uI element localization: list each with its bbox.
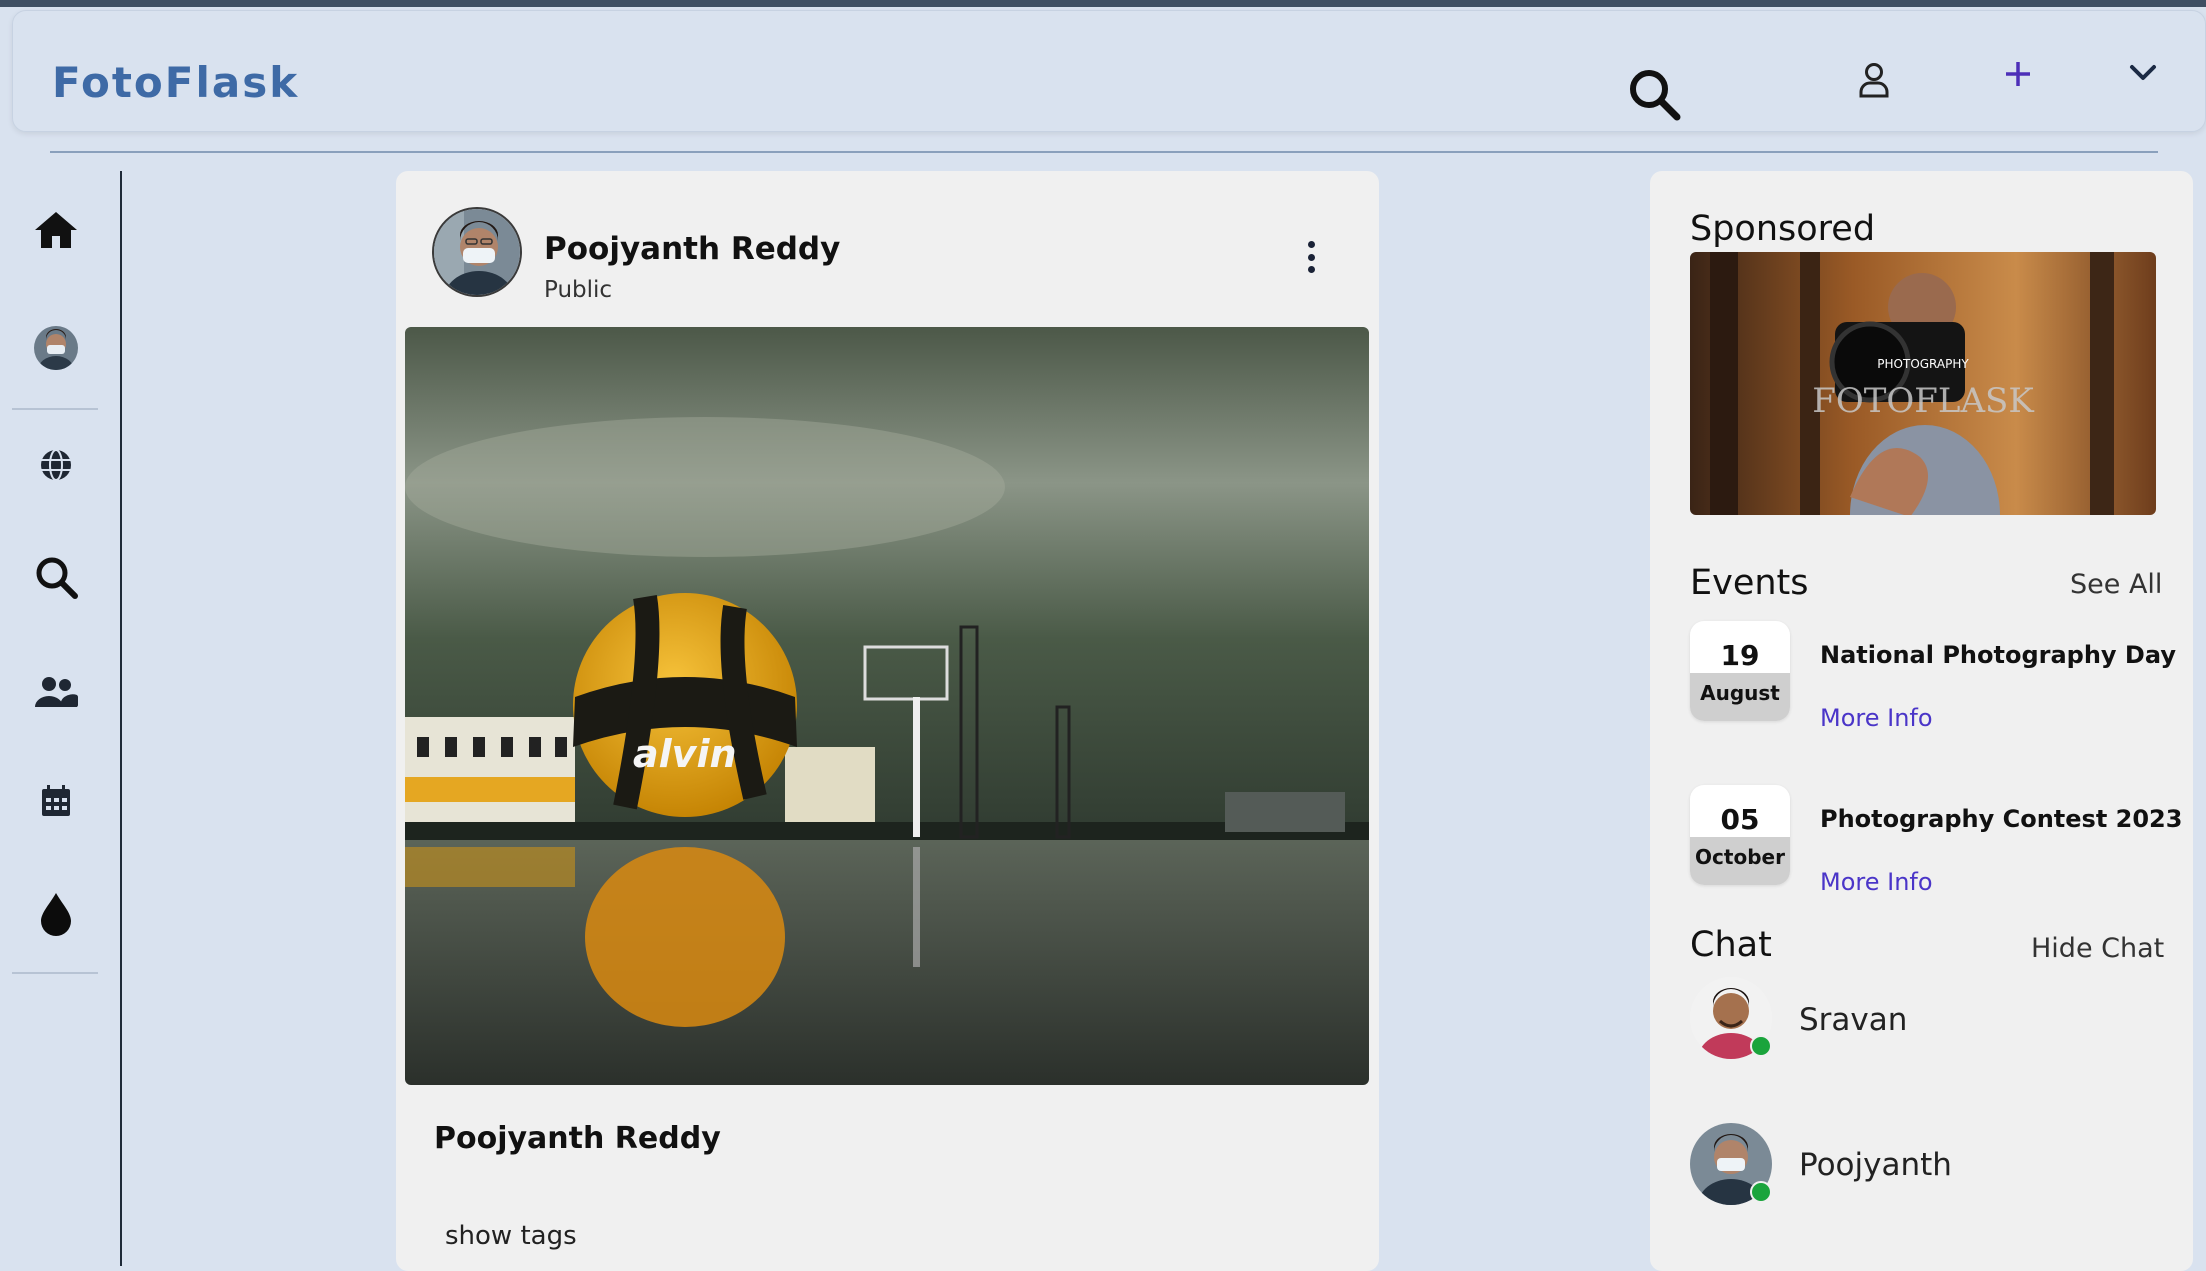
sponsored-title: Sponsored [1690, 209, 1876, 249]
search-icon[interactable] [28, 549, 84, 605]
event-month: August [1690, 673, 1790, 721]
event-day: 05 [1720, 803, 1760, 836]
user-icon[interactable] [1854, 60, 1894, 100]
right-panel: Sponsored PHOTOGRAPHY FOTOFLASK Events S… [1650, 171, 2193, 1271]
calendar-icon[interactable] [28, 773, 84, 829]
globe-icon[interactable] [28, 437, 84, 493]
plus-icon[interactable] [2000, 56, 2036, 92]
home-icon[interactable] [28, 202, 84, 258]
svg-text:FOTOFLASK: FOTOFLASK [1812, 381, 2034, 421]
show-tags-button[interactable]: show tags [445, 1221, 577, 1251]
chat-avatar[interactable] [1690, 977, 1772, 1059]
people-icon[interactable] [28, 664, 84, 720]
online-status-dot [1750, 1035, 1772, 1057]
drop-icon[interactable] [28, 886, 84, 942]
hide-chat-button[interactable]: Hide Chat [2031, 933, 2164, 964]
sponsored-ad-image[interactable]: PHOTOGRAPHY FOTOFLASK [1690, 252, 2156, 515]
svg-text:alvin: alvin [633, 732, 737, 776]
event-name[interactable]: Photography Contest 2023 [1820, 805, 2182, 833]
app-logo[interactable]: FotoFlask [52, 58, 299, 107]
see-all-link[interactable]: See All [2070, 569, 2162, 600]
post-card: Poojyanth Reddy Public alvin Poojyanth R… [396, 171, 1379, 1271]
event-month: October [1690, 837, 1790, 885]
event-more-info-link[interactable]: More Info [1820, 868, 1933, 896]
event-date-badge: 05 October [1690, 785, 1790, 885]
chat-title: Chat [1690, 925, 1772, 965]
event-more-info-link[interactable]: More Info [1820, 704, 1933, 732]
sidebar-separator [12, 408, 98, 410]
chat-contact-name[interactable]: Sravan [1799, 1002, 1907, 1038]
event-name[interactable]: National Photography Day [1820, 641, 2176, 669]
event-day: 19 [1720, 639, 1760, 672]
more-options-icon[interactable] [1296, 235, 1326, 279]
window-top-bar [0, 0, 2206, 7]
post-caption-author[interactable]: Poojyanth Reddy [434, 1121, 721, 1156]
sidebar-divider [120, 171, 122, 1266]
sidebar-profile-avatar[interactable] [28, 320, 84, 376]
search-icon[interactable] [1620, 60, 1688, 128]
post-photo[interactable]: alvin [405, 327, 1369, 1085]
chat-avatar[interactable] [1690, 1123, 1772, 1205]
event-date-badge: 19 August [1690, 621, 1790, 721]
online-status-dot [1750, 1181, 1772, 1203]
sidebar-separator [12, 972, 98, 974]
header-divider [50, 151, 2158, 153]
post-author-name[interactable]: Poojyanth Reddy [544, 231, 840, 267]
post-author-avatar[interactable] [432, 207, 522, 297]
events-title: Events [1690, 563, 1809, 603]
svg-text:PHOTOGRAPHY: PHOTOGRAPHY [1877, 357, 1969, 371]
chat-contact-name[interactable]: Poojyanth [1799, 1147, 1952, 1183]
post-visibility: Public [544, 277, 613, 303]
chevron-down-icon[interactable] [2126, 56, 2160, 90]
